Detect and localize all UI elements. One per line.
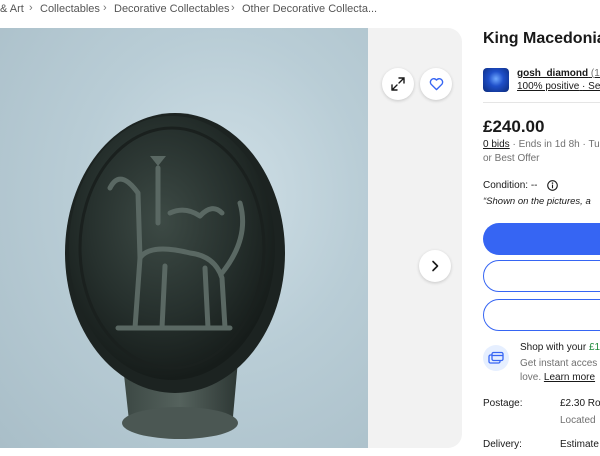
price: £240.00: [483, 117, 545, 136]
promo-amount: £1: [588, 342, 600, 353]
divider: [483, 102, 600, 103]
breadcrumb-item-collectables[interactable]: Collectables: [40, 3, 100, 15]
watchlist-add-button[interactable]: [483, 299, 600, 331]
seller-feedback-count: (10: [590, 68, 600, 79]
seller-avatar[interactable]: [483, 68, 509, 92]
expand-image-button[interactable]: [382, 68, 414, 100]
promo-title: Shop with your £1: [520, 342, 600, 353]
chevron-right-icon: ›: [231, 2, 235, 14]
promo-title-text: Shop with your: [520, 342, 587, 353]
condition-row: Condition: --: [483, 180, 537, 191]
learn-more-link[interactable]: Learn more: [544, 372, 595, 383]
expand-icon: [391, 77, 405, 91]
seller-name[interactable]: gosh_diamond: [517, 68, 588, 79]
seller-feedback-line: 100% positive · Se: [517, 81, 600, 92]
next-image-button[interactable]: [419, 250, 451, 282]
breadcrumb: & Art › Collectables › Decorative Collec…: [0, 0, 600, 20]
card-stack-icon: [483, 345, 509, 371]
listing-title: King Macedonia: [483, 30, 600, 47]
chevron-right-icon: ›: [29, 2, 33, 14]
seller-info[interactable]: gosh_diamond (10: [517, 68, 600, 79]
delivery-label: Delivery:: [483, 439, 522, 450]
breadcrumb-item-art[interactable]: & Art: [0, 3, 24, 15]
seller-other-items-link[interactable]: · Se: [582, 81, 600, 92]
delivery-value: Estimate: [560, 439, 599, 450]
postage-value: £2.30 Ro: [560, 398, 600, 409]
condition-note: “Shown on the pictures, a: [483, 196, 591, 207]
condition-value: --: [530, 180, 538, 191]
breadcrumb-item-decorative-collectables[interactable]: Decorative Collectables: [114, 3, 230, 15]
watchlist-button[interactable]: [420, 68, 452, 100]
promo-text-2-prefix: love.: [520, 372, 542, 383]
promo-text-2: love. Learn more: [520, 372, 595, 383]
secondary-action-button[interactable]: [483, 260, 600, 292]
best-offer-label: or Best Offer: [483, 153, 540, 164]
auction-end-time: · Ends in 1d 8h · Tue: [512, 139, 600, 150]
heart-icon: [429, 78, 443, 91]
product-photo[interactable]: [0, 28, 368, 448]
image-gallery: [0, 28, 462, 448]
info-icon[interactable]: [547, 180, 558, 191]
located-text: Located: [560, 415, 596, 426]
bids-link[interactable]: 0 bids: [483, 139, 510, 150]
auction-info: 0 bids · Ends in 1d 8h · Tue: [483, 139, 600, 150]
breadcrumb-item-other-decorative[interactable]: Other Decorative Collecta...: [242, 3, 377, 15]
chevron-right-icon: [432, 260, 439, 272]
promo-text: Get instant acces: [520, 358, 598, 369]
condition-label: Condition:: [483, 180, 529, 191]
postage-label: Postage:: [483, 398, 523, 409]
chevron-right-icon: ›: [103, 2, 107, 14]
seller-feedback[interactable]: 100% positive: [517, 81, 579, 92]
buy-button[interactable]: [483, 223, 600, 255]
